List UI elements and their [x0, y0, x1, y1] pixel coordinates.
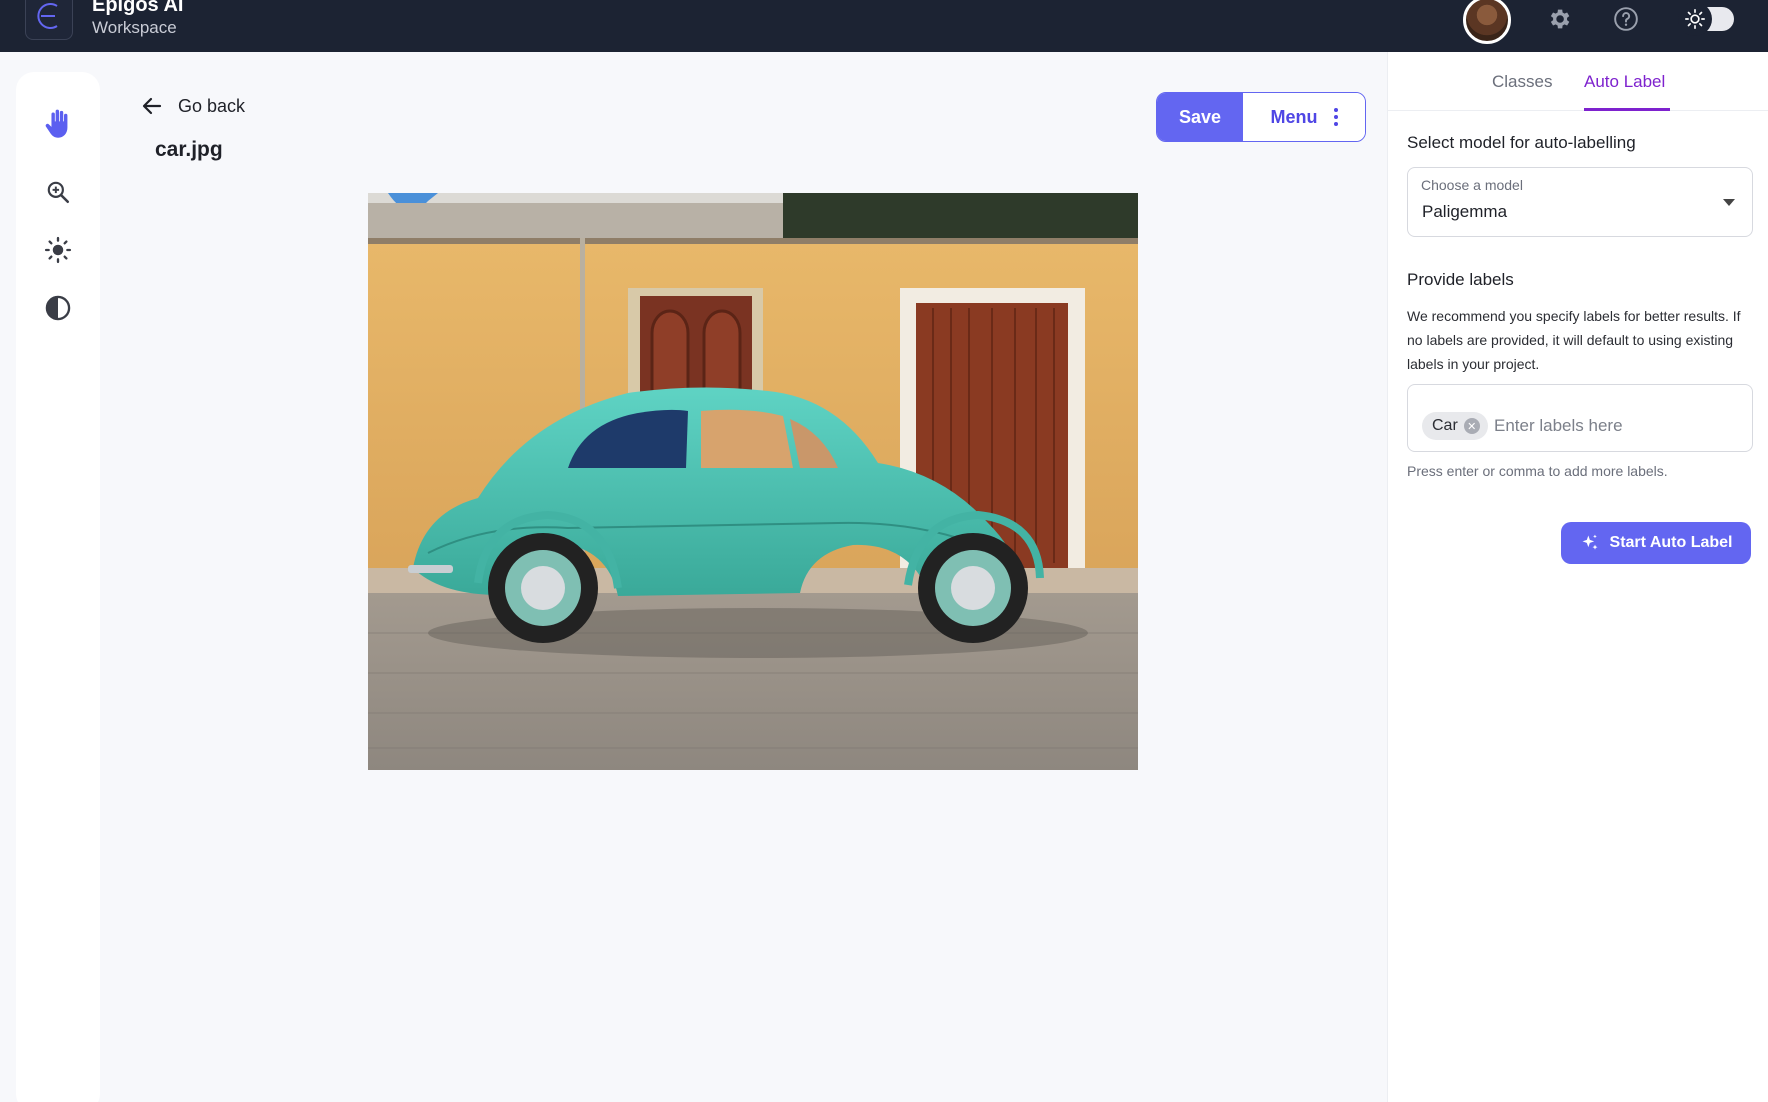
chevron-down-icon	[1723, 199, 1735, 206]
arrow-left-icon	[142, 97, 162, 115]
zoom-tool-button[interactable]	[38, 172, 78, 212]
annotation-canvas-image[interactable]	[368, 193, 1138, 770]
model-select-value: Paligemma	[1422, 202, 1508, 221]
go-back-link[interactable]: Go back	[140, 90, 245, 122]
top-bar: Epigos AI Workspace	[0, 0, 1768, 52]
car-photo	[368, 193, 1138, 770]
user-avatar[interactable]	[1463, 0, 1511, 44]
gear-icon	[1550, 9, 1570, 29]
help-icon	[1614, 7, 1638, 31]
theme-toggle[interactable]	[1678, 2, 1734, 36]
sparkles-icon	[1582, 534, 1598, 550]
brand-subtitle: Workspace	[92, 18, 177, 37]
label-chip-text: Car	[1432, 417, 1458, 434]
epigos-logo-icon	[37, 3, 58, 29]
menu-button[interactable]: Menu	[1243, 93, 1365, 141]
file-name: car.jpg	[155, 138, 223, 161]
model-select[interactable]: Choose a model Paligemma	[1407, 167, 1753, 237]
labels-section-title: Provide labels	[1407, 270, 1514, 289]
labels-input-box[interactable]: Car ✕	[1407, 384, 1753, 452]
model-section-title: Select model for auto-labelling	[1407, 133, 1636, 152]
remove-chip-icon[interactable]: ✕	[1463, 418, 1480, 434]
label-chip: Car ✕	[1422, 412, 1488, 440]
menu-label: Menu	[1270, 106, 1318, 127]
logo[interactable]	[25, 0, 73, 40]
brightness-icon	[44, 236, 72, 264]
sun-icon	[1685, 9, 1705, 29]
active-tab-indicator	[1584, 108, 1670, 111]
tab-auto-label[interactable]: Auto Label	[1584, 72, 1665, 92]
settings-button[interactable]	[1542, 2, 1576, 36]
pan-tool-button[interactable]	[38, 104, 78, 144]
contrast-icon	[45, 295, 71, 321]
tab-classes[interactable]: Classes	[1492, 72, 1552, 92]
kebab-menu-icon	[1333, 108, 1338, 126]
brightness-tool-button[interactable]	[38, 230, 78, 270]
save-button[interactable]: Save	[1157, 93, 1243, 141]
hand-icon	[45, 109, 68, 138]
start-auto-label-text: Start Auto Label	[1609, 534, 1733, 551]
labels-input[interactable]	[1494, 413, 1734, 439]
labels-description: We recommend you specify labels for bett…	[1407, 308, 1741, 372]
panel-tabs: Classes Auto Label	[1388, 52, 1768, 111]
action-button-group: Save Menu	[1156, 92, 1366, 142]
tool-sidebar	[16, 72, 100, 1102]
contrast-tool-button[interactable]	[38, 288, 78, 328]
toggle-knob	[1678, 2, 1712, 36]
go-back-label: Go back	[178, 95, 246, 116]
right-panel: Classes Auto Label Select model for auto…	[1387, 52, 1768, 1102]
help-button[interactable]	[1609, 2, 1643, 36]
brand-title: Epigos AI	[92, 0, 184, 16]
labels-hint: Press enter or comma to add more labels.	[1407, 463, 1668, 479]
start-auto-label-button[interactable]: Start Auto Label	[1561, 522, 1751, 564]
model-select-caption: Choose a model	[1421, 177, 1523, 193]
zoom-in-icon	[47, 181, 70, 204]
